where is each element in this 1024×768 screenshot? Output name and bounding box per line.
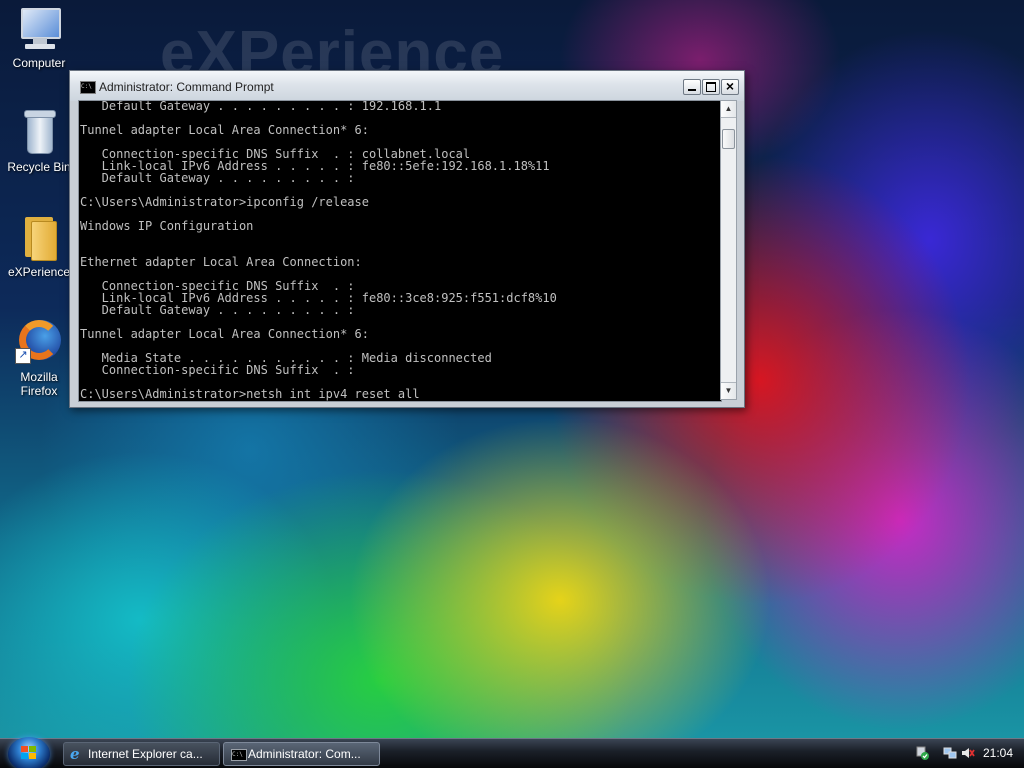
close-button[interactable]: × bbox=[721, 79, 739, 95]
computer-icon bbox=[15, 4, 63, 52]
console-line: C:\Users\Administrator>ipconfig /release bbox=[80, 195, 369, 209]
desktop-icon-recycle-bin[interactable]: Recycle Bin bbox=[1, 108, 77, 174]
taskbar-clock[interactable]: 21:04 bbox=[983, 746, 1013, 760]
desktop-icon-label: Firefox bbox=[20, 384, 58, 398]
desktop-icon-label: eXPerience bbox=[7, 265, 71, 279]
folder-icon bbox=[15, 213, 63, 261]
console-line: C:\Users\Administrator>netsh int ipv4 re… bbox=[80, 387, 420, 401]
close-icon: × bbox=[725, 78, 735, 94]
desktop-icon-experience-folder[interactable]: eXPerience bbox=[1, 213, 77, 279]
system-tray: 21:04 bbox=[905, 739, 1024, 768]
taskbar-button-command-prompt[interactable]: C:\ Administrator: Com... bbox=[223, 742, 380, 766]
shortcut-arrow-icon: ↗ bbox=[15, 348, 31, 364]
console-line: Tunnel adapter Local Area Connection* 6: bbox=[80, 123, 369, 137]
console-text: Default Gateway . . . . . . . . . : 192.… bbox=[79, 100, 557, 401]
taskbar-button-internet-explorer[interactable]: e Internet Explorer ca... bbox=[63, 742, 220, 766]
desktop-icon-computer[interactable]: Computer bbox=[1, 4, 77, 70]
volume-muted-icon[interactable] bbox=[961, 746, 975, 760]
command-prompt-icon: C:\ bbox=[231, 749, 247, 761]
windows-logo-icon bbox=[21, 746, 37, 760]
maximize-icon bbox=[706, 82, 716, 92]
command-prompt-icon: C:\ bbox=[80, 81, 96, 94]
firefox-icon: ↗ bbox=[15, 318, 63, 366]
console-line: Tunnel adapter Local Area Connection* 6: bbox=[80, 327, 369, 341]
vertical-scrollbar[interactable]: ▲ ▼ bbox=[720, 100, 737, 400]
desktop-icon-label: Computer bbox=[12, 56, 66, 70]
window-titlebar[interactable]: C:\ Administrator: Command Prompt × bbox=[70, 71, 744, 101]
console-output[interactable]: Default Gateway . . . . . . . . . : 192.… bbox=[78, 100, 722, 402]
desktop-icon-label: Mozilla bbox=[20, 370, 58, 384]
minimize-button[interactable] bbox=[683, 79, 701, 95]
console-line: Default Gateway . . . . . . . . . : bbox=[80, 171, 355, 185]
recycle-bin-icon bbox=[15, 108, 63, 156]
console-line: Default Gateway . . . . . . . . . : 192.… bbox=[80, 100, 442, 113]
windows-security-icon[interactable] bbox=[915, 746, 929, 760]
console-line: Default Gateway . . . . . . . . . : bbox=[80, 303, 355, 317]
network-icon[interactable] bbox=[943, 746, 957, 760]
scroll-thumb[interactable] bbox=[722, 129, 735, 149]
console-line: Connection-specific DNS Suffix . : bbox=[80, 363, 355, 377]
desktop: eXPerience Computer Recycle Bin eXPerien… bbox=[0, 0, 1024, 768]
minimize-icon bbox=[688, 89, 696, 91]
internet-explorer-icon: e bbox=[70, 745, 80, 763]
command-prompt-window[interactable]: C:\ Administrator: Command Prompt × Defa… bbox=[69, 70, 745, 408]
taskbar: e Internet Explorer ca... C:\ Administra… bbox=[0, 737, 1024, 768]
desktop-icon-firefox[interactable]: ↗ Mozilla Firefox bbox=[1, 318, 77, 398]
scroll-up-button[interactable]: ▲ bbox=[721, 101, 736, 118]
console-line: Ethernet adapter Local Area Connection: bbox=[80, 255, 362, 269]
desktop-icon-label: Recycle Bin bbox=[7, 160, 71, 174]
scroll-down-button[interactable]: ▼ bbox=[721, 382, 736, 399]
taskbar-button-label: Internet Explorer ca... bbox=[88, 747, 203, 761]
maximize-button[interactable] bbox=[702, 79, 720, 95]
console-line: Windows IP Configuration bbox=[80, 219, 254, 233]
window-title: Administrator: Command Prompt bbox=[99, 80, 274, 94]
taskbar-button-label: Administrator: Com... bbox=[248, 747, 361, 761]
start-button[interactable] bbox=[8, 737, 50, 768]
